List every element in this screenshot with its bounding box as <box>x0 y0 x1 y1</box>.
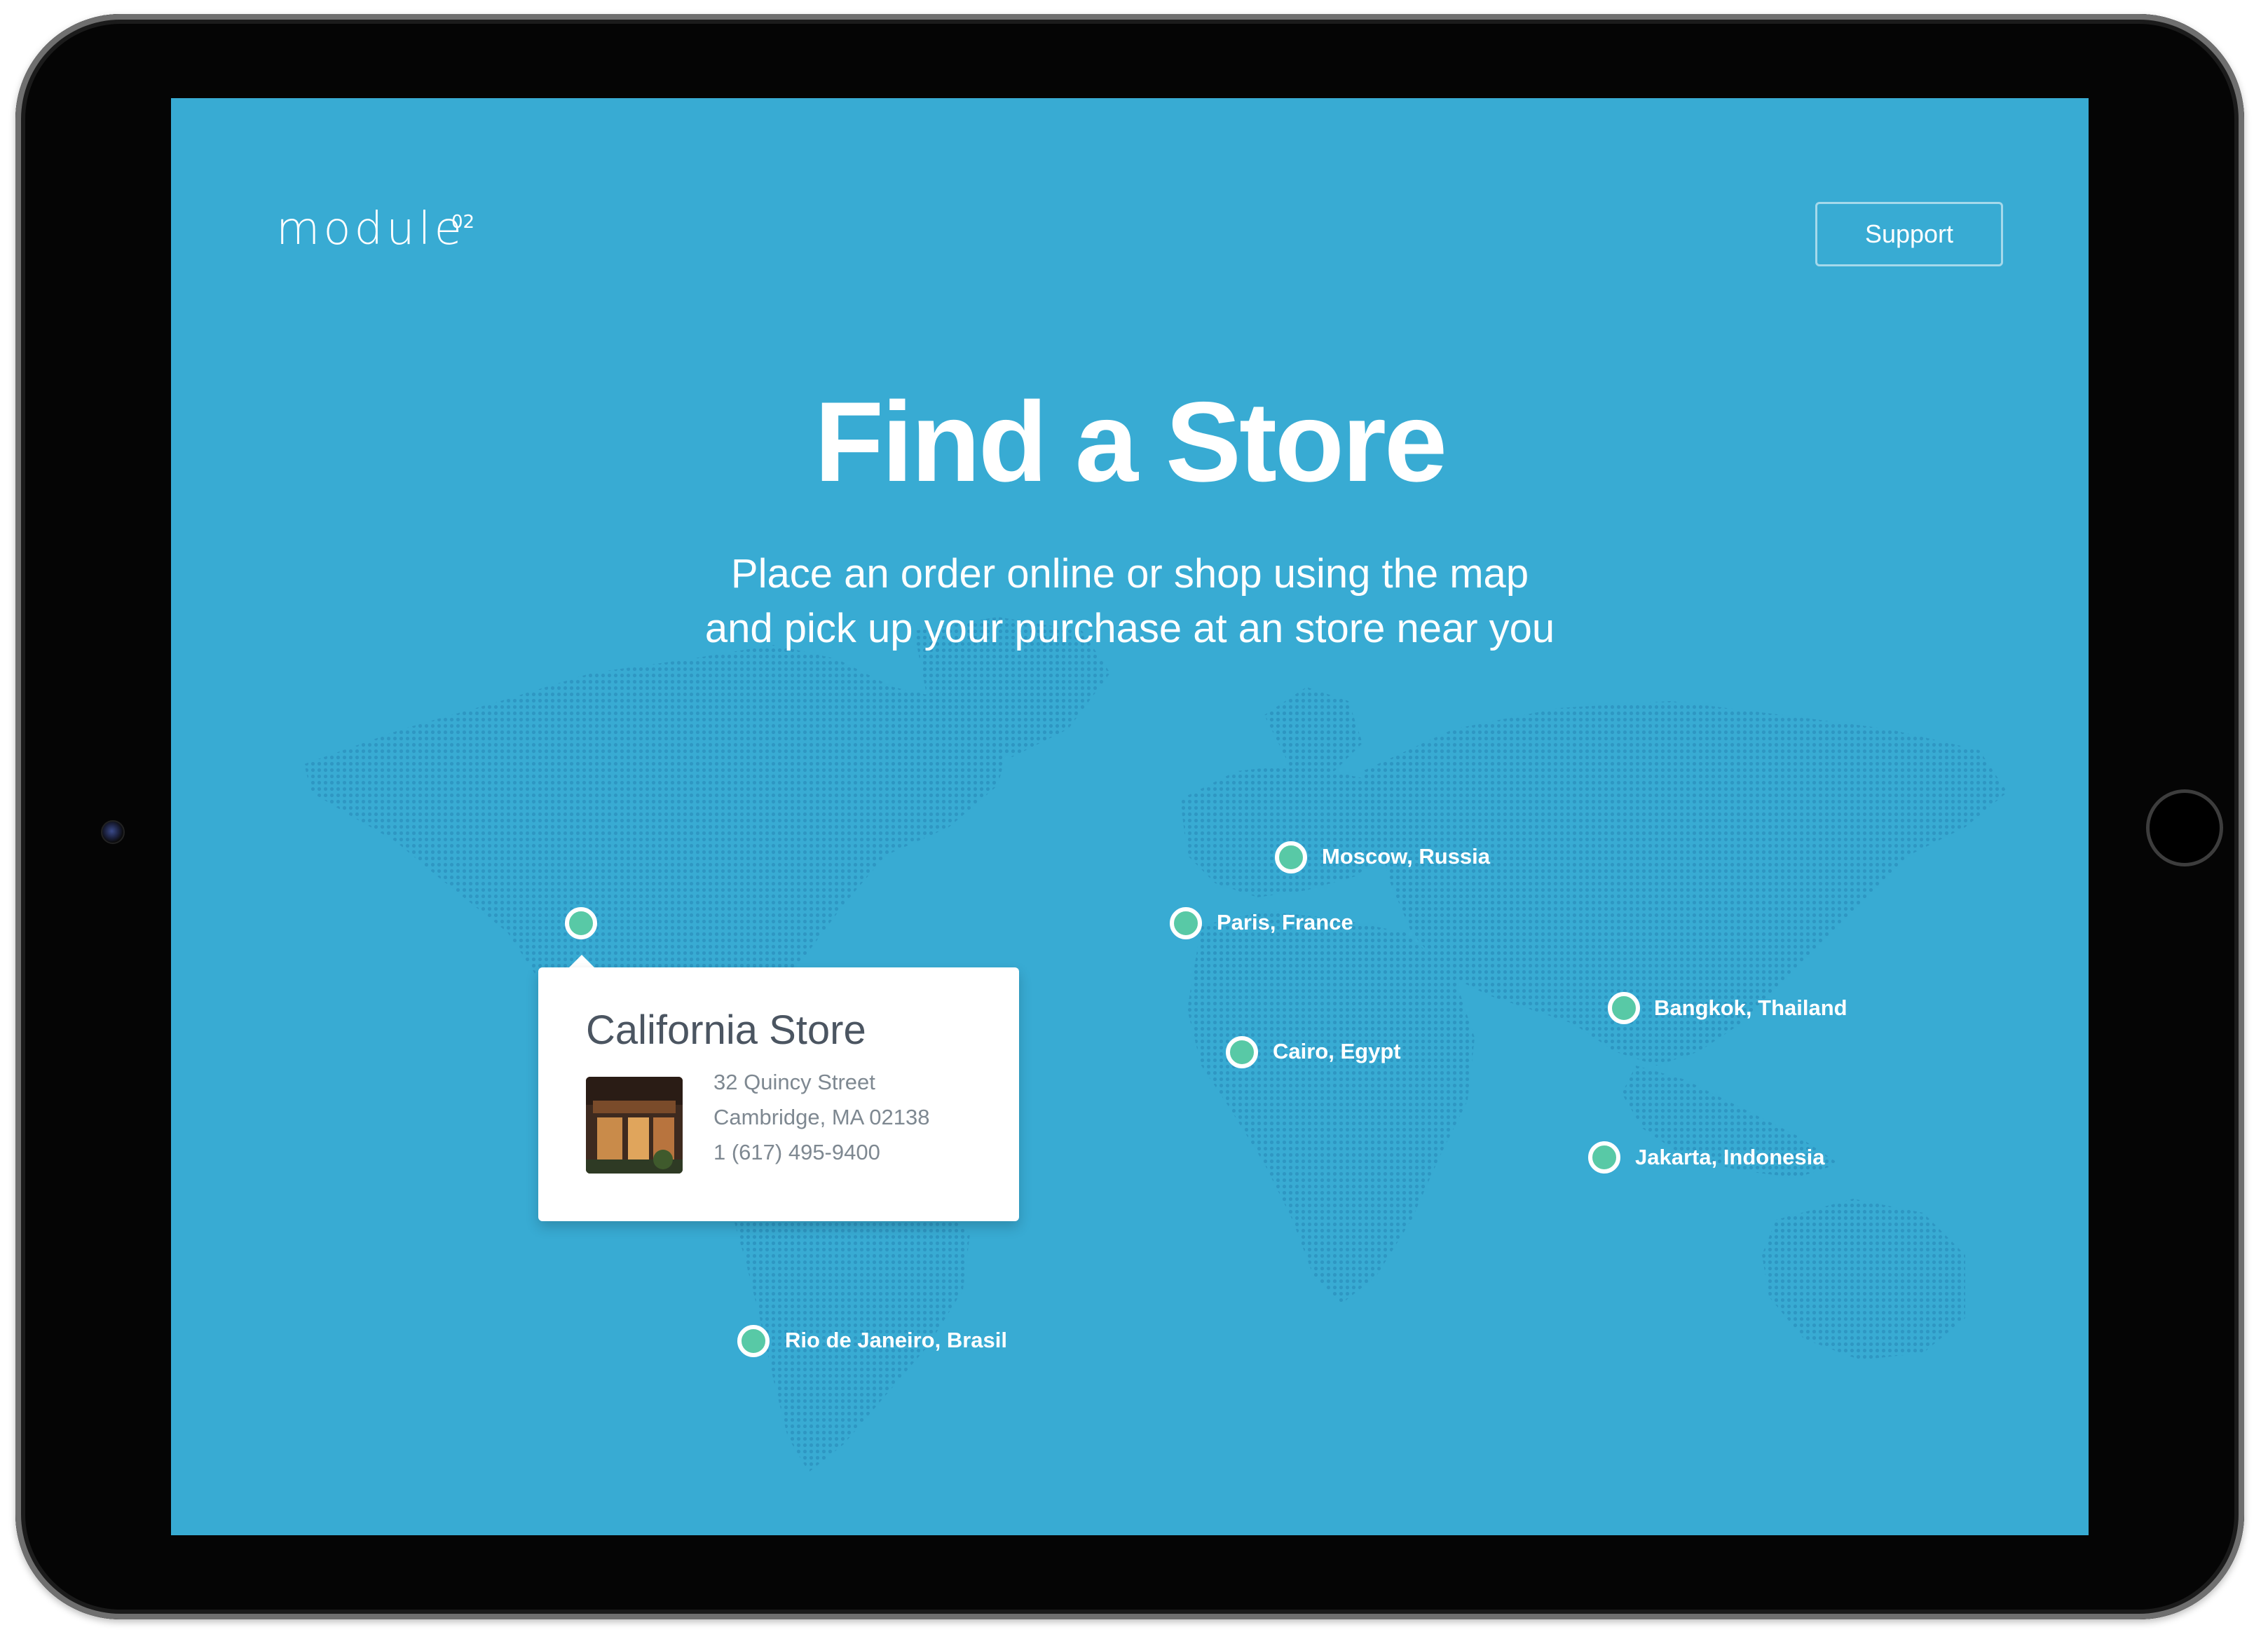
store-photo-illustration <box>586 1077 683 1174</box>
location-pin-icon[interactable] <box>1226 1036 1258 1068</box>
location-label-rio[interactable]: Rio de Janeiro, Brasil <box>785 1328 1007 1353</box>
location-label-cairo[interactable]: Cairo, Egypt <box>1273 1039 1401 1064</box>
location-label-bangkok[interactable]: Bangkok, Thailand <box>1654 995 1847 1021</box>
location-pin-icon[interactable] <box>1170 907 1202 939</box>
store-address-line-2: Cambridge, MA 02138 <box>713 1105 930 1129</box>
location-label-moscow[interactable]: Moscow, Russia <box>1322 844 1490 869</box>
home-button[interactable] <box>2146 789 2223 866</box>
subtitle-line-1: Place an order online or shop using the … <box>730 551 1529 597</box>
app-screen: module 02 Support Find a Store Place an … <box>171 98 2089 1535</box>
location-pin-icon[interactable] <box>737 1325 770 1357</box>
location-pin-icon[interactable] <box>1608 992 1640 1024</box>
location-label-jakarta[interactable]: Jakarta, Indonesia <box>1635 1145 1825 1170</box>
location-pin-icon[interactable] <box>1275 841 1307 873</box>
subtitle-line-2: and pick up your purchase at an store ne… <box>704 606 1555 651</box>
continent-scandinavia <box>1264 687 1362 771</box>
store-photo <box>586 1077 683 1174</box>
location-pin-icon[interactable] <box>1588 1141 1620 1174</box>
store-phone: 1 (617) 495-9400 <box>713 1140 880 1164</box>
page-title: Find a Store <box>814 379 1447 505</box>
continent-australia <box>1762 1199 1965 1360</box>
popup-caret <box>569 955 594 967</box>
support-button[interactable]: Support <box>1815 202 2003 266</box>
app-logo[interactable]: module <box>276 203 465 255</box>
front-camera-icon <box>101 820 125 844</box>
world-map <box>304 617 2007 1472</box>
store-name: California Store <box>586 1007 866 1053</box>
location-label-paris[interactable]: Paris, France <box>1217 910 1353 935</box>
store-address-line-1: 32 Quincy Street <box>713 1070 875 1094</box>
store-popup-card[interactable]: California Store 32 Quincy Street Cambri… <box>538 967 1019 1221</box>
page-subtitle: Place an order online or shop using the … <box>171 547 2089 656</box>
continent-africa <box>1187 911 1475 1304</box>
location-pin-icon[interactable] <box>565 907 597 939</box>
logo-superscript: 02 <box>451 212 475 233</box>
